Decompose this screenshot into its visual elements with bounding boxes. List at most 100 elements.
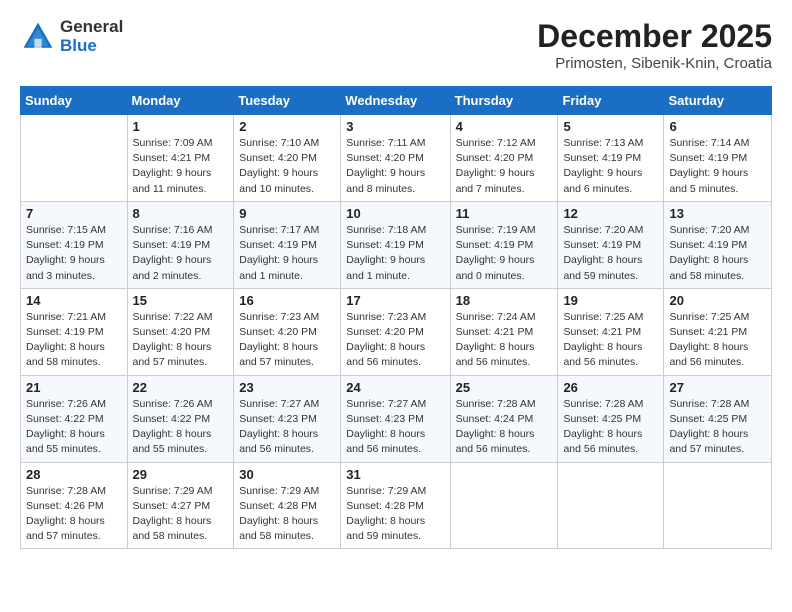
day-info: Sunrise: 7:23 AM Sunset: 4:20 PM Dayligh…: [346, 310, 444, 371]
day-info: Sunrise: 7:24 AM Sunset: 4:21 PM Dayligh…: [456, 310, 553, 371]
col-wednesday: Wednesday: [341, 87, 450, 115]
day-number: 15: [133, 293, 229, 308]
col-monday: Monday: [127, 87, 234, 115]
day-info: Sunrise: 7:14 AM Sunset: 4:19 PM Dayligh…: [669, 136, 766, 197]
calendar-cell: 9 Sunrise: 7:17 AM Sunset: 4:19 PM Daylig…: [234, 201, 341, 288]
calendar-week-row: 1 Sunrise: 7:09 AM Sunset: 4:21 PM Daylig…: [21, 115, 772, 202]
calendar-cell: 29 Sunrise: 7:29 AM Sunset: 4:27 PM Dayli…: [127, 462, 234, 549]
col-thursday: Thursday: [450, 87, 558, 115]
day-number: 18: [456, 293, 553, 308]
col-friday: Friday: [558, 87, 664, 115]
day-info: Sunrise: 7:11 AM Sunset: 4:20 PM Dayligh…: [346, 136, 444, 197]
calendar-cell: 13Sunrise: 7:20 AM Sunset: 4:19 PM Dayli…: [664, 201, 772, 288]
day-info: Sunrise: 7:29 AM Sunset: 4:28 PM Dayligh…: [346, 484, 444, 545]
calendar-week-row: 7Sunrise: 7:15 AM Sunset: 4:19 PM Daylig…: [21, 201, 772, 288]
day-number: 5: [563, 119, 658, 134]
day-info: Sunrise: 7:09 AM Sunset: 4:21 PM Dayligh…: [133, 136, 229, 197]
day-info: Sunrise: 7:26 AM Sunset: 4:22 PM Dayligh…: [26, 397, 122, 458]
day-number: 6: [669, 119, 766, 134]
calendar-cell: 7Sunrise: 7:15 AM Sunset: 4:19 PM Daylig…: [21, 201, 128, 288]
calendar-cell: 22 Sunrise: 7:26 AM Sunset: 4:22 PM Dayli…: [127, 375, 234, 462]
calendar-week-row: 14 Sunrise: 7:21 AM Sunset: 4:19 PM Dayli…: [21, 288, 772, 375]
day-number: 1: [133, 119, 229, 134]
calendar-cell: 28 Sunrise: 7:28 AM Sunset: 4:26 PM Dayli…: [21, 462, 128, 549]
day-number: 9: [239, 206, 335, 221]
day-number: 10: [346, 206, 444, 221]
calendar-cell: 24 Sunrise: 7:27 AM Sunset: 4:23 PM Dayli…: [341, 375, 450, 462]
month-year: December 2025: [537, 18, 772, 55]
calendar-cell: 27Sunrise: 7:28 AM Sunset: 4:25 PM Dayli…: [664, 375, 772, 462]
day-info: Sunrise: 7:27 AM Sunset: 4:23 PM Dayligh…: [239, 397, 335, 458]
calendar-cell: 10 Sunrise: 7:18 AM Sunset: 4:19 PM Dayli…: [341, 201, 450, 288]
day-number: 13: [669, 206, 766, 221]
calendar-cell: 17 Sunrise: 7:23 AM Sunset: 4:20 PM Dayli…: [341, 288, 450, 375]
day-number: 20: [669, 293, 766, 308]
day-info: Sunrise: 7:20 AM Sunset: 4:19 PM Dayligh…: [563, 223, 658, 284]
calendar-cell: 20 Sunrise: 7:25 AM Sunset: 4:21 PM Dayli…: [664, 288, 772, 375]
day-number: 21: [26, 380, 122, 395]
calendar-cell: 16 Sunrise: 7:23 AM Sunset: 4:20 PM Dayli…: [234, 288, 341, 375]
day-number: 28: [26, 467, 122, 482]
header: General Blue December 2025 Primosten, Si…: [20, 18, 772, 72]
day-info: Sunrise: 7:18 AM Sunset: 4:19 PM Dayligh…: [346, 223, 444, 284]
logo-text: General Blue: [60, 18, 123, 55]
day-number: 14: [26, 293, 122, 308]
day-number: 3: [346, 119, 444, 134]
day-number: 29: [133, 467, 229, 482]
calendar-cell: [664, 462, 772, 549]
calendar-cell: 4Sunrise: 7:12 AM Sunset: 4:20 PM Daylig…: [450, 115, 558, 202]
calendar-cell: 26 Sunrise: 7:28 AM Sunset: 4:25 PM Dayli…: [558, 375, 664, 462]
calendar-cell: 12 Sunrise: 7:20 AM Sunset: 4:19 PM Dayli…: [558, 201, 664, 288]
day-info: Sunrise: 7:21 AM Sunset: 4:19 PM Dayligh…: [26, 310, 122, 371]
calendar-cell: 18 Sunrise: 7:24 AM Sunset: 4:21 PM Dayli…: [450, 288, 558, 375]
calendar-cell: 1 Sunrise: 7:09 AM Sunset: 4:21 PM Daylig…: [127, 115, 234, 202]
day-number: 16: [239, 293, 335, 308]
day-info: Sunrise: 7:10 AM Sunset: 4:20 PM Dayligh…: [239, 136, 335, 197]
day-number: 25: [456, 380, 553, 395]
day-info: Sunrise: 7:17 AM Sunset: 4:19 PM Dayligh…: [239, 223, 335, 284]
calendar-cell: [450, 462, 558, 549]
calendar-cell: 3 Sunrise: 7:11 AM Sunset: 4:20 PM Daylig…: [341, 115, 450, 202]
day-info: Sunrise: 7:26 AM Sunset: 4:22 PM Dayligh…: [133, 397, 229, 458]
day-number: 30: [239, 467, 335, 482]
day-number: 26: [563, 380, 658, 395]
calendar-cell: [21, 115, 128, 202]
calendar-cell: 30 Sunrise: 7:29 AM Sunset: 4:28 PM Dayli…: [234, 462, 341, 549]
col-tuesday: Tuesday: [234, 87, 341, 115]
day-number: 8: [133, 206, 229, 221]
calendar-cell: 11Sunrise: 7:19 AM Sunset: 4:19 PM Dayli…: [450, 201, 558, 288]
day-info: Sunrise: 7:28 AM Sunset: 4:25 PM Dayligh…: [563, 397, 658, 458]
day-info: Sunrise: 7:28 AM Sunset: 4:26 PM Dayligh…: [26, 484, 122, 545]
calendar-cell: 5Sunrise: 7:13 AM Sunset: 4:19 PM Daylig…: [558, 115, 664, 202]
logo-general-text: General: [60, 18, 123, 37]
day-info: Sunrise: 7:22 AM Sunset: 4:20 PM Dayligh…: [133, 310, 229, 371]
col-sunday: Sunday: [21, 87, 128, 115]
day-info: Sunrise: 7:23 AM Sunset: 4:20 PM Dayligh…: [239, 310, 335, 371]
day-number: 19: [563, 293, 658, 308]
calendar-cell: 6 Sunrise: 7:14 AM Sunset: 4:19 PM Daylig…: [664, 115, 772, 202]
day-number: 11: [456, 206, 553, 221]
calendar-cell: 19Sunrise: 7:25 AM Sunset: 4:21 PM Dayli…: [558, 288, 664, 375]
calendar-cell: [558, 462, 664, 549]
day-number: 12: [563, 206, 658, 221]
calendar-cell: 25 Sunrise: 7:28 AM Sunset: 4:24 PM Dayli…: [450, 375, 558, 462]
calendar-cell: 15 Sunrise: 7:22 AM Sunset: 4:20 PM Dayli…: [127, 288, 234, 375]
day-number: 27: [669, 380, 766, 395]
calendar-header-row: Sunday Monday Tuesday Wednesday Thursday…: [21, 87, 772, 115]
logo-icon: [20, 19, 56, 55]
day-info: Sunrise: 7:29 AM Sunset: 4:28 PM Dayligh…: [239, 484, 335, 545]
day-info: Sunrise: 7:27 AM Sunset: 4:23 PM Dayligh…: [346, 397, 444, 458]
day-number: 7: [26, 206, 122, 221]
day-info: Sunrise: 7:25 AM Sunset: 4:21 PM Dayligh…: [669, 310, 766, 371]
day-info: Sunrise: 7:28 AM Sunset: 4:24 PM Dayligh…: [456, 397, 553, 458]
calendar-cell: 21 Sunrise: 7:26 AM Sunset: 4:22 PM Dayli…: [21, 375, 128, 462]
day-number: 17: [346, 293, 444, 308]
calendar-cell: 23Sunrise: 7:27 AM Sunset: 4:23 PM Dayli…: [234, 375, 341, 462]
calendar-table: Sunday Monday Tuesday Wednesday Thursday…: [20, 86, 772, 549]
day-info: Sunrise: 7:29 AM Sunset: 4:27 PM Dayligh…: [133, 484, 229, 545]
day-info: Sunrise: 7:16 AM Sunset: 4:19 PM Dayligh…: [133, 223, 229, 284]
logo: General Blue: [20, 18, 123, 55]
day-number: 22: [133, 380, 229, 395]
day-number: 24: [346, 380, 444, 395]
calendar-cell: 8 Sunrise: 7:16 AM Sunset: 4:19 PM Daylig…: [127, 201, 234, 288]
